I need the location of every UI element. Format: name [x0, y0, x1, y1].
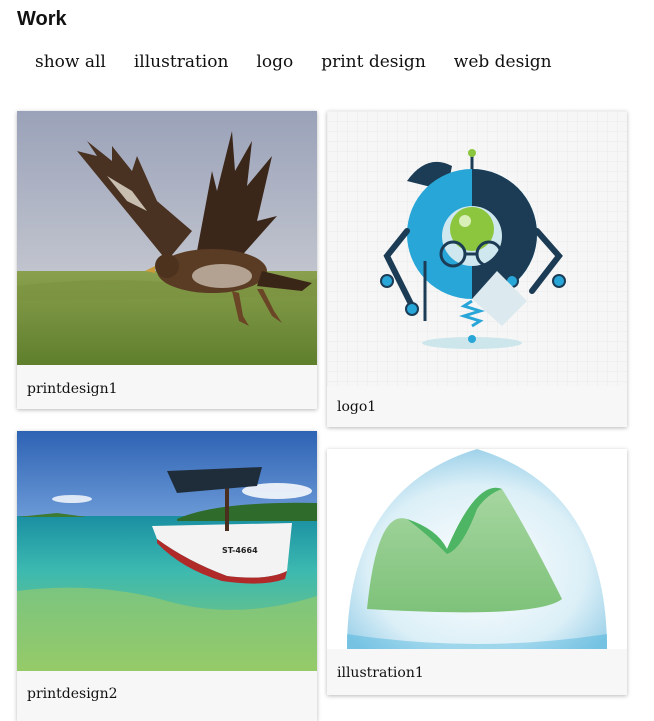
- boat-photo[interactable]: ST-4664: [17, 431, 317, 671]
- svg-text:ST-4664: ST-4664: [222, 546, 258, 555]
- filter-illustration[interactable]: illustration: [134, 50, 229, 74]
- filter-logo[interactable]: logo: [256, 50, 293, 74]
- filter-print-design[interactable]: print design: [321, 50, 426, 74]
- mountain-illustration[interactable]: [327, 449, 627, 649]
- robot-logo[interactable]: [327, 111, 627, 386]
- card-caption: printdesign2: [27, 686, 118, 702]
- portfolio-card-logo1[interactable]: logo1: [327, 111, 627, 427]
- eagle-photo[interactable]: [17, 111, 317, 365]
- portfolio-card-printdesign1[interactable]: printdesign1: [17, 111, 317, 409]
- filter-show-all[interactable]: show all: [35, 50, 106, 74]
- card-caption: logo1: [337, 399, 377, 415]
- filter-web-design[interactable]: web design: [454, 50, 552, 74]
- portfolio-filter-nav: show all illustration logo print design …: [35, 50, 580, 74]
- card-caption: printdesign1: [27, 381, 118, 397]
- portfolio-card-printdesign2[interactable]: ST-4664 printdesign2: [17, 431, 317, 721]
- portfolio-card-illustration1[interactable]: illustration1: [327, 449, 627, 695]
- card-caption: illustration1: [337, 665, 424, 681]
- page-title: Work: [17, 8, 67, 30]
